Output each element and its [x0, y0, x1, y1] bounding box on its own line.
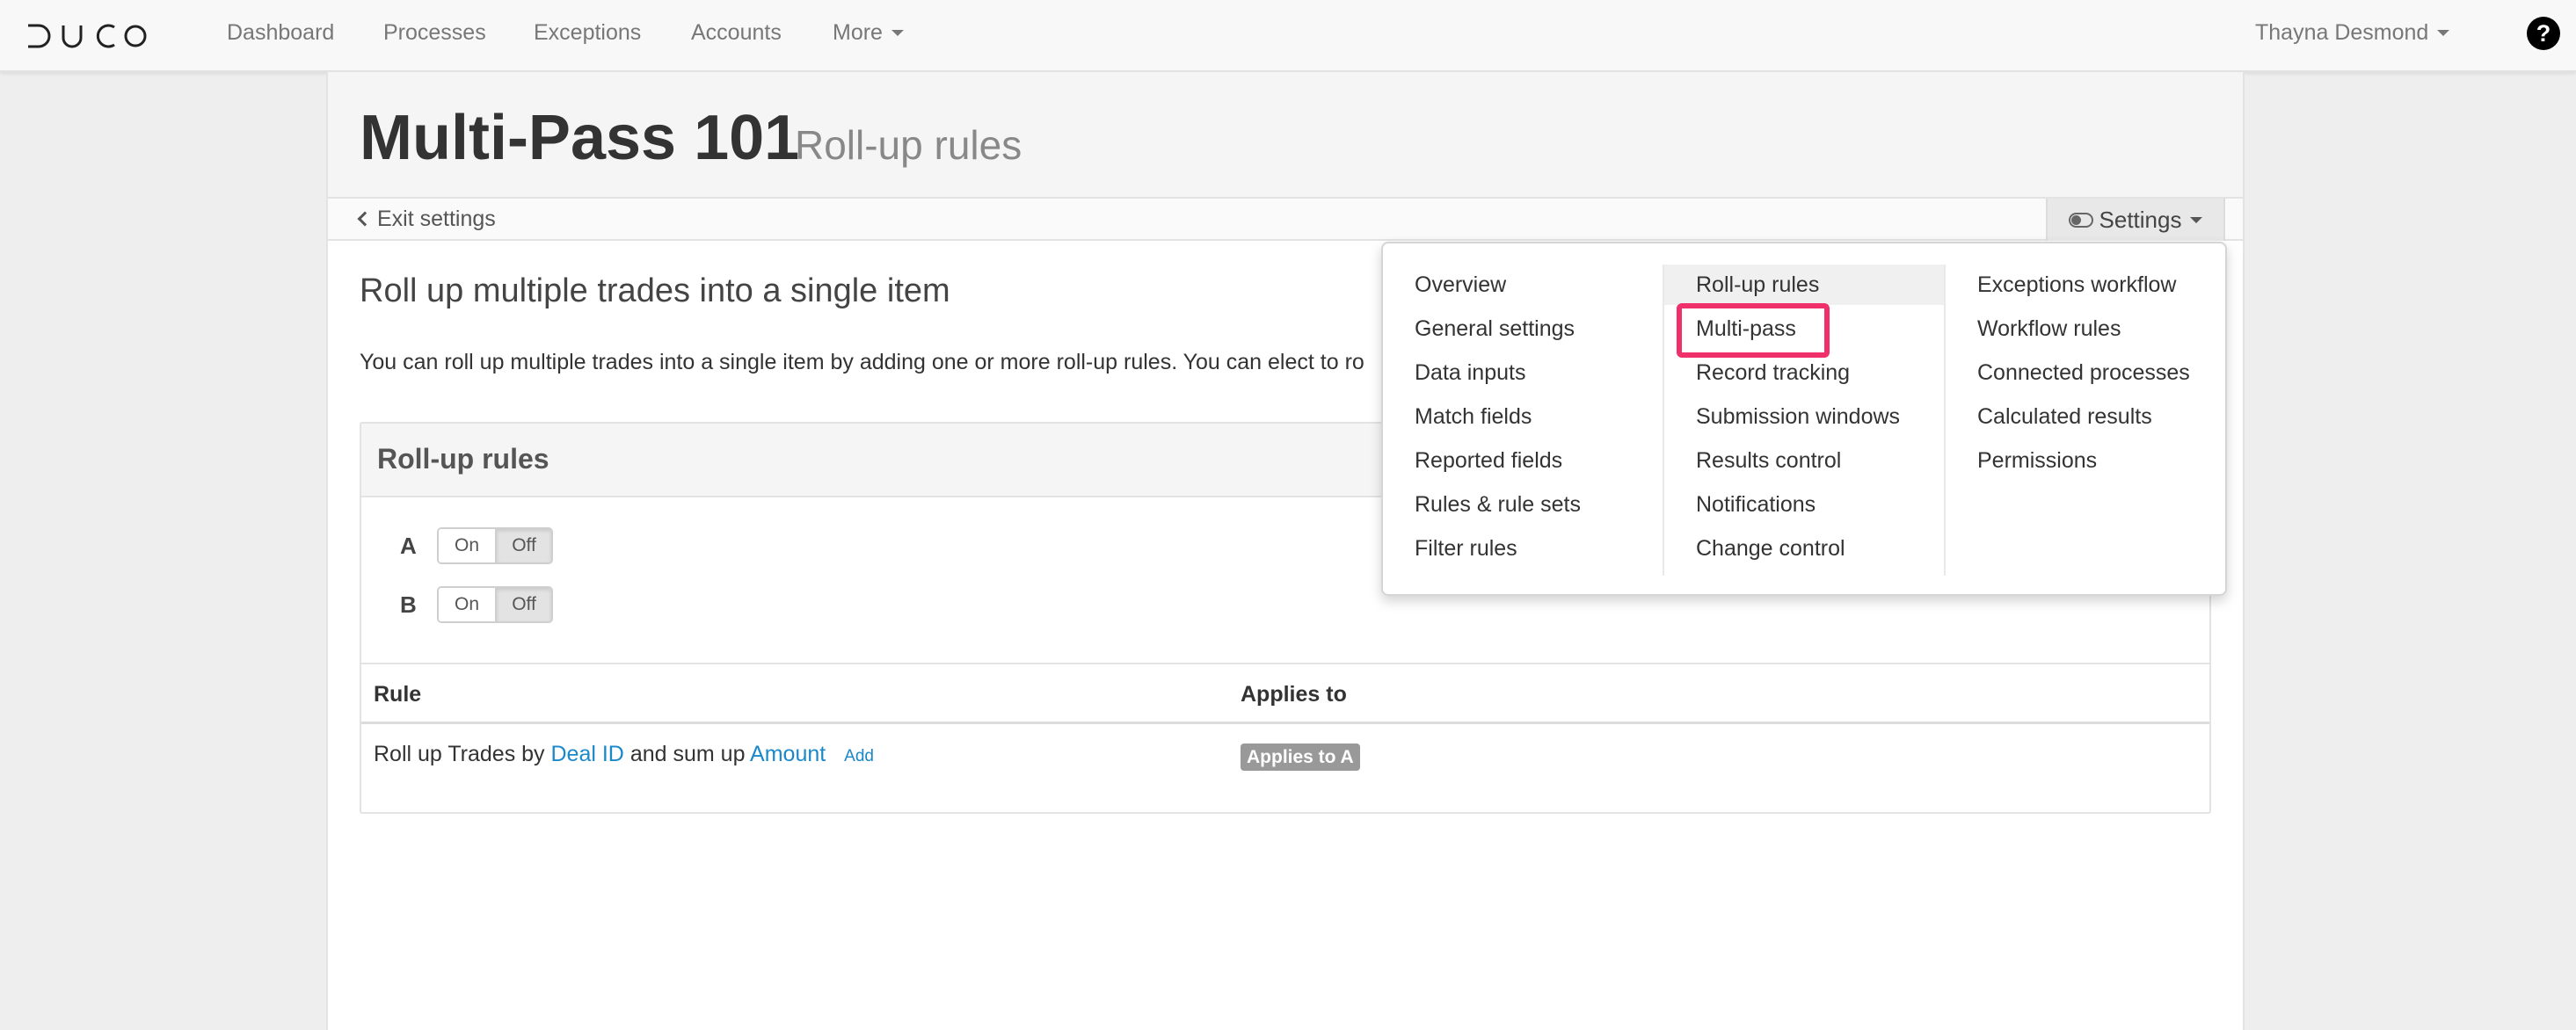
pass-b-switch-row: B On Off	[400, 586, 553, 623]
nav-processes[interactable]: Processes	[383, 0, 486, 65]
rule-middle: and sum up	[629, 742, 746, 766]
menu-item-connected-processes[interactable]: Connected processes	[1977, 352, 2190, 393]
menu-item-match-fields[interactable]: Match fields	[1415, 396, 1532, 437]
nav-dashboard[interactable]: Dashboard	[227, 0, 334, 65]
menu-item-record-tracking[interactable]: Record tracking	[1696, 352, 1850, 393]
menu-item-data-inputs[interactable]: Data inputs	[1415, 352, 1525, 393]
duco-logo[interactable]	[26, 16, 149, 56]
menu-item-permissions[interactable]: Permissions	[1977, 440, 2097, 481]
pass-b-label: B	[400, 591, 417, 618]
help-icon[interactable]: ?	[2527, 17, 2560, 50]
caret-down-icon	[891, 29, 904, 36]
menu-item-submission-windows[interactable]: Submission windows	[1696, 396, 1900, 437]
settings-subbar: Exit settings Settings	[328, 199, 2243, 241]
settings-dropdown-menu: Overview General settings Data inputs Ma…	[1381, 242, 2227, 596]
menu-item-exceptions-workflow[interactable]: Exceptions workflow	[1977, 265, 2176, 305]
chevron-left-icon	[357, 211, 373, 227]
nav-more-label: More	[833, 19, 883, 45]
exit-settings-link[interactable]: Exit settings	[357, 199, 496, 239]
menu-item-rules-rule-sets[interactable]: Rules & rule sets	[1415, 484, 1581, 525]
menu-item-general-settings[interactable]: General settings	[1415, 308, 1575, 349]
menu-item-notifications[interactable]: Notifications	[1696, 484, 1816, 525]
rules-table-header: Rule Applies to	[361, 663, 2209, 724]
user-menu[interactable]: Thayna Desmond	[2255, 0, 2450, 65]
nav-exceptions[interactable]: Exceptions	[534, 0, 641, 65]
exit-settings-label: Exit settings	[377, 206, 496, 231]
top-navbar: Dashboard Processes Exceptions Accounts …	[0, 0, 2576, 72]
pass-a-off-button[interactable]: Off	[495, 529, 551, 562]
panel-title: Roll-up rules	[377, 443, 549, 475]
table-row: Roll up Trades by Deal ID and sum up Amo…	[361, 724, 2209, 773]
add-link[interactable]: Add	[844, 747, 874, 765]
intro-text: You can roll up multiple trades into a s…	[360, 350, 1364, 374]
user-name: Thayna Desmond	[2255, 19, 2429, 45]
pass-a-switch-row: A On Off	[400, 527, 553, 564]
menu-item-calculated-results[interactable]: Calculated results	[1977, 396, 2152, 437]
multi-pass-highlight-box	[1677, 303, 1830, 358]
applies-to-badge: Applies to A	[1241, 743, 1360, 771]
menu-item-reported-fields[interactable]: Reported fields	[1415, 440, 1562, 481]
menu-column-3: Exceptions workflow Workflow rules Conne…	[1946, 265, 2225, 576]
pass-b-toggle: On Off	[437, 586, 553, 623]
column-header-rule: Rule	[374, 682, 422, 707]
amount-link[interactable]: Amount	[750, 742, 826, 766]
menu-item-filter-rules[interactable]: Filter rules	[1415, 528, 1517, 569]
menu-item-results-control[interactable]: Results control	[1696, 440, 1841, 481]
page-header: Multi-Pass 101 Roll-up rules	[328, 72, 2243, 199]
caret-down-icon	[2190, 216, 2203, 223]
deal-id-link[interactable]: Deal ID	[551, 742, 624, 766]
pass-a-on-button[interactable]: On	[439, 529, 495, 562]
nav-more-dropdown[interactable]: More	[833, 0, 904, 65]
rule-description: Roll up Trades by Deal ID and sum up Amo…	[374, 742, 874, 767]
page-title: Multi-Pass 101	[360, 103, 800, 173]
column-header-applies-to: Applies to	[1241, 682, 1347, 707]
menu-column-1: Overview General settings Data inputs Ma…	[1383, 265, 1663, 576]
nav-accounts[interactable]: Accounts	[691, 0, 782, 65]
menu-item-workflow-rules[interactable]: Workflow rules	[1977, 308, 2121, 349]
menu-item-overview[interactable]: Overview	[1415, 265, 1506, 305]
settings-dropdown-button[interactable]: Settings	[2046, 199, 2225, 241]
pass-b-on-button[interactable]: On	[439, 588, 495, 621]
menu-item-roll-up-rules[interactable]: Roll-up rules	[1664, 265, 1944, 305]
pass-a-label: A	[400, 532, 417, 559]
toggle-icon	[2068, 212, 2093, 228]
settings-label: Settings	[2099, 206, 2182, 233]
section-heading: Roll up multiple trades into a single it…	[360, 272, 950, 309]
pass-a-toggle: On Off	[437, 527, 553, 564]
duco-logo-mark	[28, 24, 147, 48]
pass-b-off-button[interactable]: Off	[495, 588, 551, 621]
caret-down-icon	[2437, 29, 2450, 36]
menu-item-change-control[interactable]: Change control	[1696, 528, 1845, 569]
page-subtitle: Roll-up rules	[795, 122, 1022, 168]
rule-prefix: Roll up Trades by	[374, 742, 545, 766]
